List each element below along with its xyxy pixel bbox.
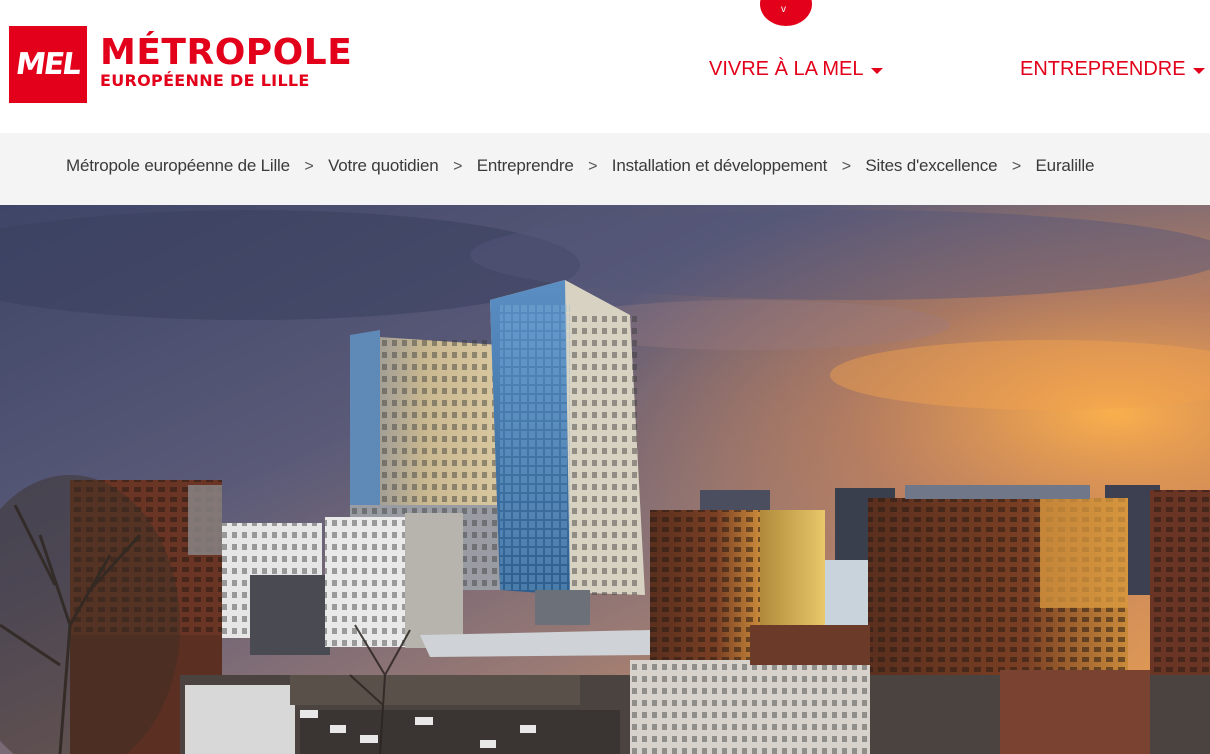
- nav-label: ENTREPRENDRE: [1020, 58, 1186, 80]
- logo-wordmark: MÉTROPOLE EUROPÉENNE DE LILLE: [100, 32, 353, 92]
- breadcrumb-item-entreprendre[interactable]: Entreprendre: [477, 156, 574, 175]
- breadcrumb-item-home[interactable]: Métropole européenne de Lille: [66, 156, 290, 175]
- breadcrumb-separator: >: [453, 158, 463, 175]
- hero-image: [0, 205, 1210, 754]
- breadcrumb-item-installation[interactable]: Installation et développement: [612, 156, 828, 175]
- breadcrumb-item-current: Euralille: [1035, 156, 1095, 175]
- chevron-down-icon: v: [781, 4, 786, 15]
- breadcrumb-separator: >: [841, 158, 851, 175]
- breadcrumb-item-sites-excellence[interactable]: Sites d'excellence: [865, 156, 997, 175]
- city-skyline-illustration: [0, 205, 1210, 754]
- caret-down-icon: [1192, 67, 1205, 74]
- mel-logo-link[interactable]: MEL MÉTROPOLE EUROPÉENNE DE LILLE: [9, 26, 352, 103]
- breadcrumb-separator: >: [1011, 158, 1022, 175]
- top-menu-toggle[interactable]: v: [760, 0, 812, 26]
- nav-vivre-a-la-mel[interactable]: VIVRE À LA MEL: [709, 58, 883, 81]
- logo-line-2: EUROPÉENNE DE LILLE: [100, 71, 310, 90]
- breadcrumb-item-votre-quotidien[interactable]: Votre quotidien: [328, 156, 439, 175]
- logo-mark-text: MEL: [13, 47, 83, 82]
- logo-line-1: MÉTROPOLE: [100, 32, 353, 73]
- breadcrumb-separator: >: [588, 158, 598, 175]
- nav-entreprendre[interactable]: ENTREPRENDRE: [1020, 58, 1205, 81]
- nav-label: VIVRE À LA MEL: [709, 58, 864, 80]
- breadcrumb: Métropole européenne de Lille > Votre qu…: [0, 133, 1210, 205]
- breadcrumb-trail: Métropole européenne de Lille > Votre qu…: [66, 156, 1094, 176]
- site-header: MEL MÉTROPOLE EUROPÉENNE DE LILLE v VIVR…: [0, 0, 1210, 133]
- mel-logo-mark: MEL: [9, 26, 87, 103]
- breadcrumb-separator: >: [304, 158, 314, 175]
- caret-down-icon: [870, 67, 883, 74]
